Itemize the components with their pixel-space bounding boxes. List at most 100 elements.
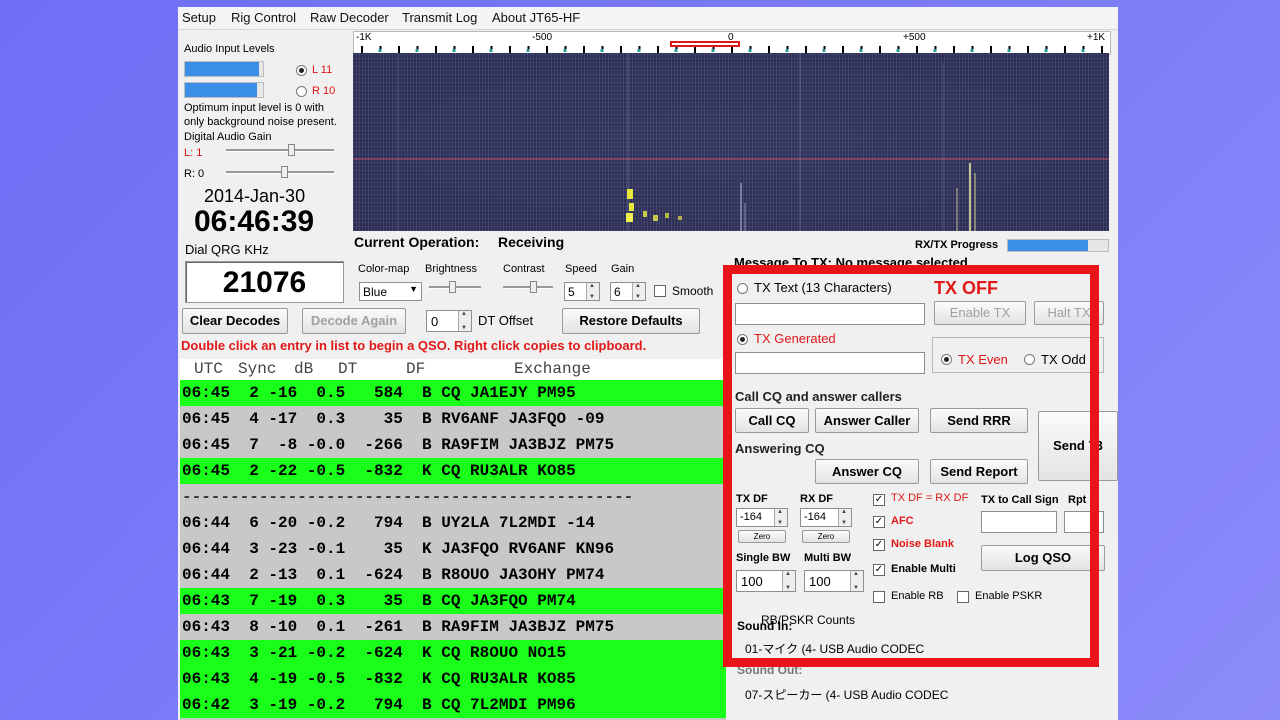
chevron-down-icon: ▼ <box>409 284 418 294</box>
waterfall-display[interactable] <box>353 53 1109 231</box>
gain-right-thumb[interactable] <box>281 166 288 178</box>
col-exchange: Exchange <box>514 360 591 378</box>
decode-again-button[interactable]: Decode Again <box>302 308 406 334</box>
call-cq-button[interactable]: Call CQ <box>735 408 809 433</box>
scale-subtick <box>452 49 456 52</box>
scale-label-minus-1k: -1K <box>356 32 372 43</box>
decode-row[interactable]: 06:44 2 -13 0.1 -624 B R8OUO JA3OHY PM74 <box>180 562 726 588</box>
contrast-slider[interactable] <box>503 286 553 289</box>
speed-spinner[interactable]: 5 <box>564 282 600 301</box>
dial-qrg-field[interactable]: 21076 <box>185 261 344 303</box>
decode-row[interactable]: 06:43 7 -19 0.3 35 B CQ JA3FQO PM74 <box>180 588 726 614</box>
rx-df-spinner[interactable]: -164 <box>800 508 852 527</box>
tx-generated-input[interactable] <box>735 352 925 374</box>
gain-left-slider[interactable] <box>226 149 334 152</box>
tx-df-spin-buttons[interactable] <box>774 509 787 526</box>
menu-about[interactable]: About JT65-HF <box>492 10 580 25</box>
txdf-eq-rxdf-checkbox[interactable]: ✓ <box>873 494 885 506</box>
log-qso-button[interactable]: Log QSO <box>981 545 1105 571</box>
tx-df-label: TX DF <box>736 493 768 505</box>
scale-label-zero: 0 <box>728 32 734 43</box>
dt-offset-spinner[interactable]: 0 <box>426 310 472 332</box>
enable-multi-checkbox[interactable]: ✓ <box>873 564 885 576</box>
sound-out-device[interactable]: 07-スピーカー (4- USB Audio CODEC <box>745 686 948 703</box>
halt-tx-button[interactable]: Halt TX <box>1034 301 1104 325</box>
menu-raw-decoder[interactable]: Raw Decoder <box>310 10 389 25</box>
afc-label: AFC <box>891 515 914 527</box>
decode-row[interactable]: 06:45 7 -8 -0.0 -266 B RA9FIM JA3BJZ PM7… <box>180 432 726 458</box>
brightness-thumb[interactable] <box>449 281 456 293</box>
sound-in-device[interactable]: 01-マイク (4- USB Audio CODEC <box>745 640 924 657</box>
col-sync: Sync <box>238 360 277 378</box>
send-73-button[interactable]: Send 73 <box>1038 411 1118 481</box>
colormap-select[interactable]: Blue ▼ <box>359 282 422 301</box>
enable-rb-checkbox[interactable] <box>873 591 885 603</box>
gain-spin-buttons[interactable] <box>632 283 645 300</box>
colormap-label: Color-map <box>358 263 410 275</box>
rx-df-spin-buttons[interactable] <box>838 509 851 526</box>
instruction-text: Double click an entry in list to begin a… <box>181 338 647 353</box>
scale-subtick <box>637 49 641 52</box>
scale-subtick <box>1007 49 1011 52</box>
audio-input-title: Audio Input Levels <box>184 43 275 55</box>
decode-row[interactable]: 06:42 3 -19 -0.2 794 B CQ 7L2MDI PM96 <box>180 692 726 718</box>
tx-df-zero-button[interactable]: Zero <box>738 530 786 543</box>
decode-list[interactable]: 06:45 2 -16 0.5 584 B CQ JA1EJY PM95 06:4… <box>180 380 726 720</box>
menu-rig-control[interactable]: Rig Control <box>231 10 296 25</box>
answer-cq-button[interactable]: Answer CQ <box>815 459 919 484</box>
menu-transmit-log[interactable]: Transmit Log <box>402 10 477 25</box>
gain-right-slider[interactable] <box>226 171 334 174</box>
tx-odd-radio[interactable] <box>1024 354 1035 365</box>
noise-blank-label: Noise Blank <box>891 538 954 550</box>
single-bw-spinner[interactable]: 100 <box>736 570 796 592</box>
menu-setup[interactable]: Setup <box>182 10 216 25</box>
single-bw-label: Single BW <box>736 552 791 564</box>
enable-pskr-checkbox[interactable] <box>957 591 969 603</box>
decode-row[interactable]: 06:43 3 -21 -0.2 -624 K CQ R8OUO NO15 <box>180 640 726 666</box>
send-report-button[interactable]: Send Report <box>930 459 1028 484</box>
speed-spin-buttons[interactable] <box>586 283 599 300</box>
contrast-thumb[interactable] <box>530 281 537 293</box>
colormap-value: Blue <box>363 285 388 299</box>
gain-left-thumb[interactable] <box>288 144 295 156</box>
noise-blank-checkbox[interactable]: ✓ <box>873 539 885 551</box>
rpt-input[interactable] <box>1064 511 1104 533</box>
answer-caller-button[interactable]: Answer Caller <box>815 408 919 433</box>
scale-label-plus-500: +500 <box>903 32 926 43</box>
send-rrr-button[interactable]: Send RRR <box>930 408 1028 433</box>
left-channel-radio[interactable] <box>296 65 307 76</box>
right-channel-radio[interactable] <box>296 86 307 97</box>
decode-row[interactable]: 06:43 4 -19 -0.5 -832 K CQ RU3ALR KO85 <box>180 666 726 692</box>
decode-row[interactable]: 06:45 2 -22 -0.5 -832 K CQ RU3ALR KO85 <box>180 458 726 484</box>
afc-checkbox[interactable]: ✓ <box>873 516 885 528</box>
gain-spinner[interactable]: 6 <box>610 282 646 301</box>
tx-text-input[interactable] <box>735 303 925 325</box>
scale-subtick <box>933 49 937 52</box>
col-utc: UTC <box>194 360 223 378</box>
enable-tx-button[interactable]: Enable TX <box>934 301 1026 325</box>
decode-row[interactable]: 06:43 8 -10 0.1 -261 B RA9FIM JA3BJZ PM7… <box>180 614 726 640</box>
restore-defaults-button[interactable]: Restore Defaults <box>562 308 700 334</box>
decode-row[interactable]: 06:44 3 -23 -0.1 35 K JA3FQO RV6ANF KN96 <box>180 536 726 562</box>
tx-even-radio[interactable] <box>941 354 952 365</box>
tx-generated-radio[interactable] <box>737 334 748 345</box>
decode-row[interactable]: 06:44 6 -20 -0.2 794 B UY2LA 7L2MDI -14 <box>180 510 726 536</box>
decode-row[interactable]: 06:45 2 -16 0.5 584 B CQ JA1EJY PM95 <box>180 380 726 406</box>
rx-df-zero-button[interactable]: Zero <box>802 530 850 543</box>
tx-to-call-input[interactable] <box>981 511 1057 533</box>
tx-df-spinner[interactable]: -164 <box>736 508 788 527</box>
col-dt: DT <box>338 360 358 378</box>
multi-bw-spinner[interactable]: 100 <box>804 570 864 592</box>
sound-in-label: Sound In: <box>737 619 793 633</box>
dt-offset-spin-buttons[interactable] <box>458 311 471 331</box>
single-bw-spin-buttons[interactable] <box>782 571 795 591</box>
tx-text-radio[interactable] <box>737 283 748 294</box>
smooth-checkbox[interactable] <box>654 285 666 297</box>
decode-row[interactable]: 06:45 4 -17 0.3 35 B RV6ANF JA3FQO -09 <box>180 406 726 432</box>
frequency-scale: -1K -500 0 +500 +1K <box>353 31 1111 55</box>
multi-bw-spin-buttons[interactable] <box>850 571 863 591</box>
scale-subtick <box>859 49 863 52</box>
scale-subtick <box>1044 49 1048 52</box>
dial-qrg-label: Dial QRG KHz <box>185 242 269 257</box>
clear-decodes-button[interactable]: Clear Decodes <box>182 308 288 334</box>
